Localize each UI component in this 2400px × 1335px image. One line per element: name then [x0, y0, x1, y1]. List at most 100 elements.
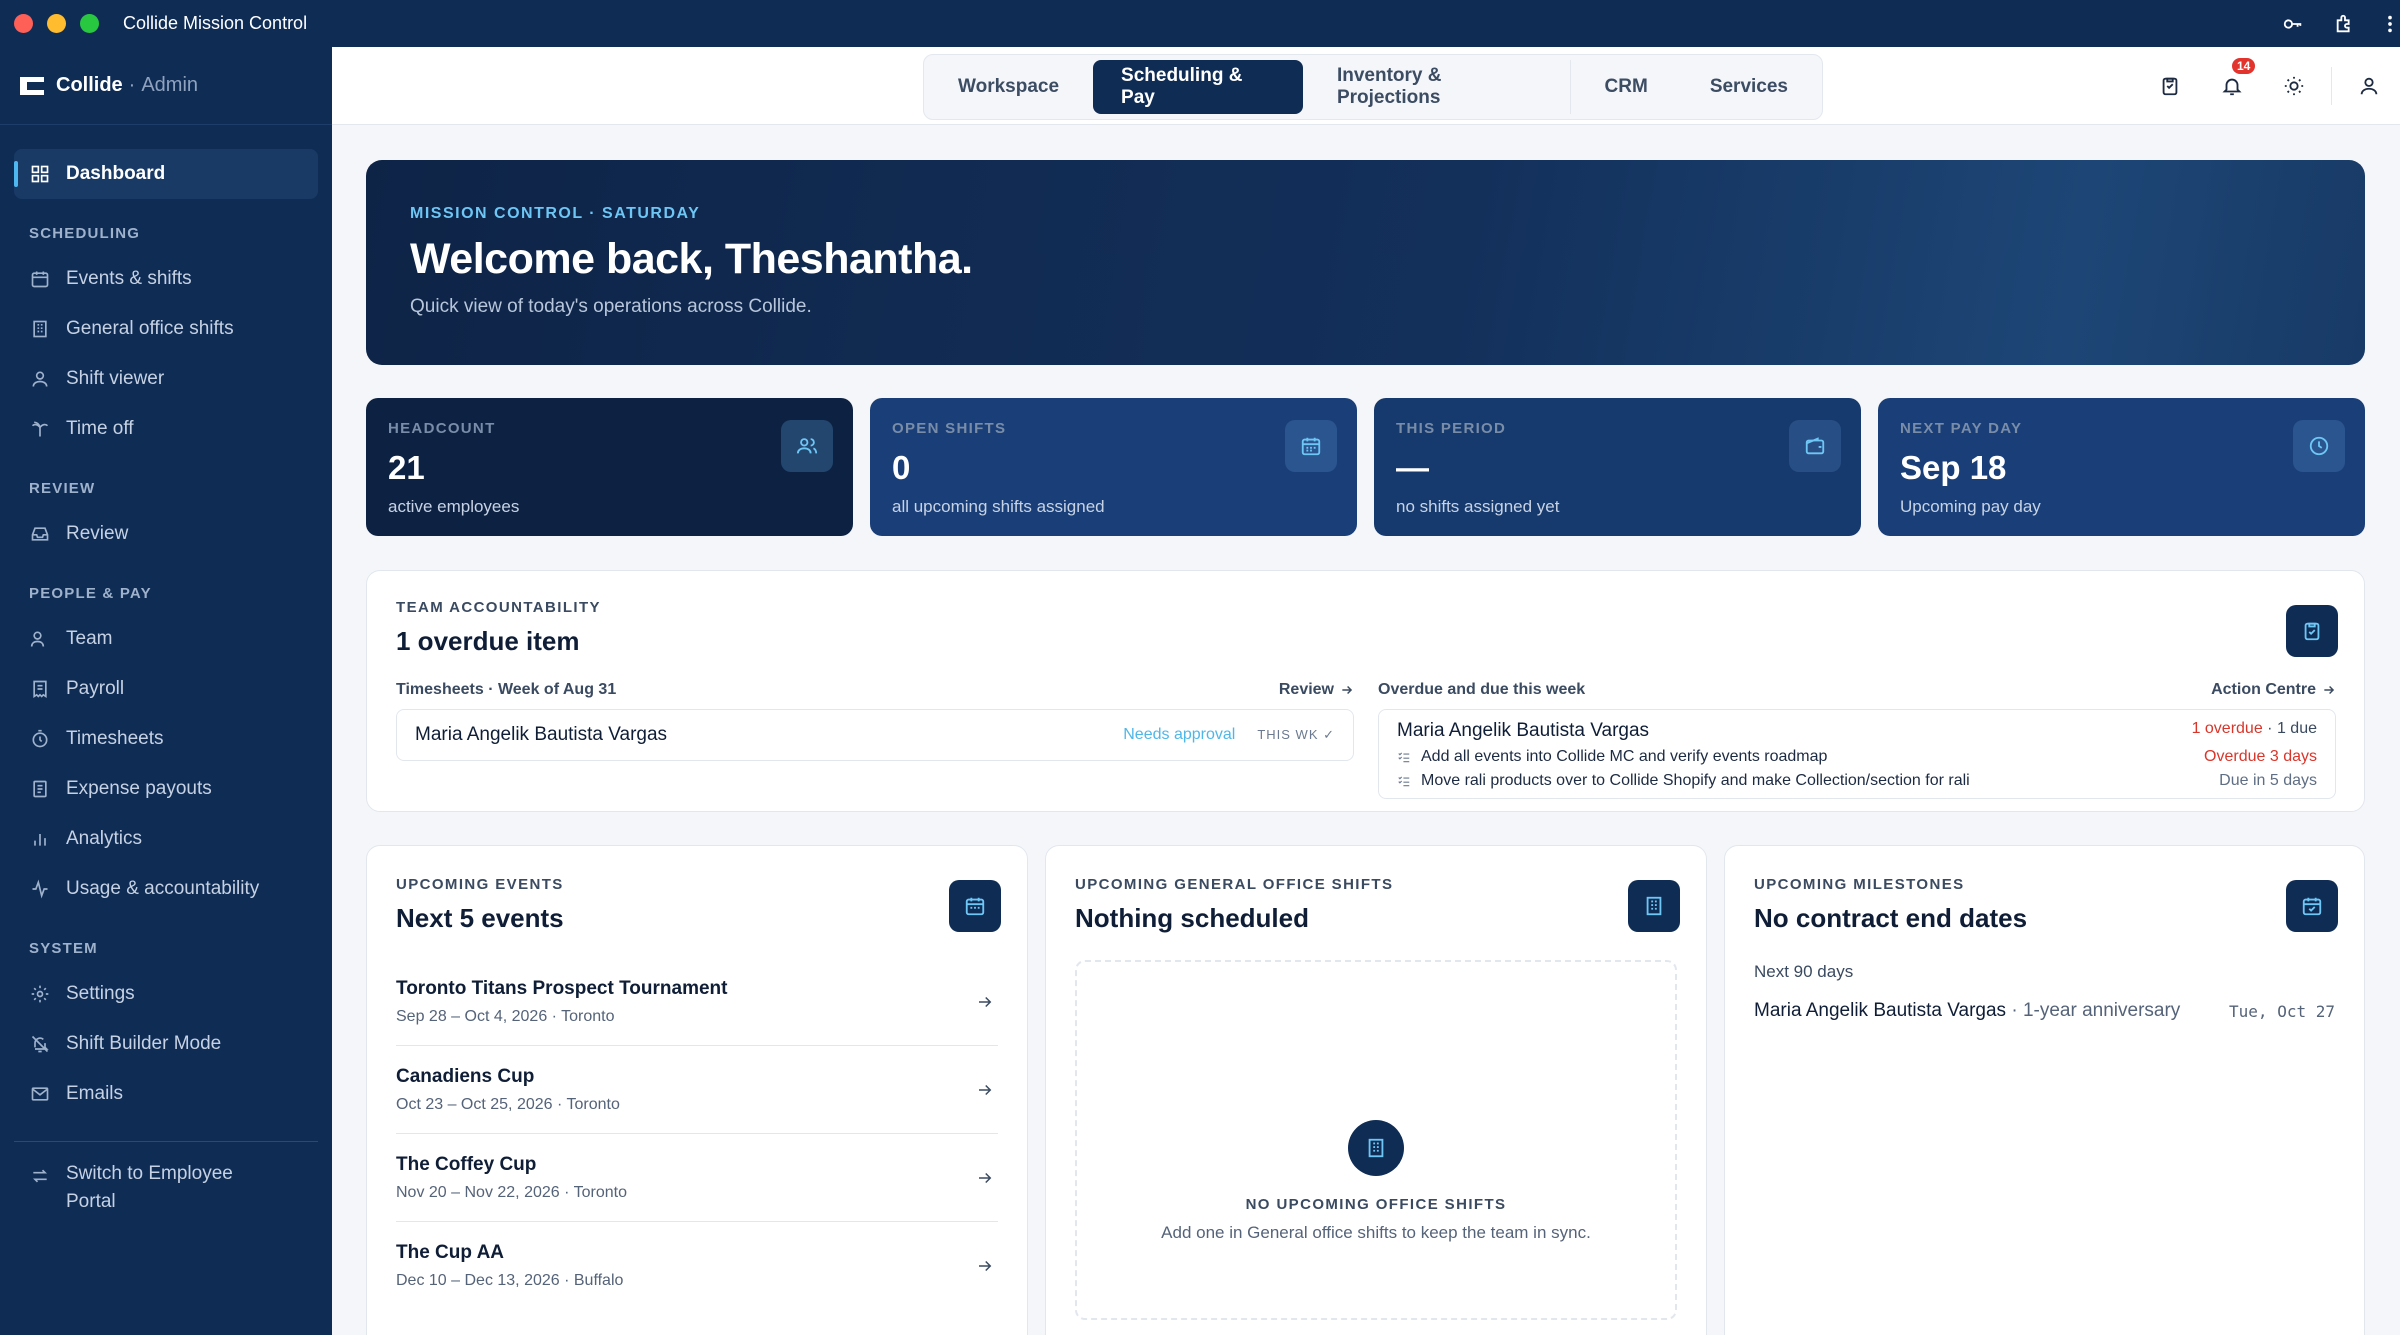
switch-to-employee-portal[interactable]: Switch to Employee Portal — [14, 1160, 318, 1216]
building-icon — [33, 320, 47, 338]
hero-eyebrow: MISSION CONTROL · SATURDAY — [410, 205, 701, 222]
overdue-person-card[interactable]: Maria Angelik Bautista Vargas 1 overdue … — [1378, 709, 2336, 799]
stat-card-this-period[interactable]: THIS PERIOD — no shifts assigned yet — [1374, 398, 1861, 536]
stat-card-open-shifts[interactable]: OPEN SHIFTS 0 all upcoming shifts assign… — [870, 398, 1357, 536]
window-controls — [14, 14, 99, 33]
team-icon — [30, 631, 45, 647]
page-title: Welcome back, Theshantha. — [410, 235, 973, 283]
sidebar-item-shift-viewer[interactable]: Shift viewer — [14, 354, 318, 404]
stopwatch-icon — [32, 729, 48, 748]
sidebar-item-shift-builder-mode[interactable]: Shift Builder Mode — [14, 1019, 318, 1069]
tab-services[interactable]: Services — [1682, 60, 1816, 114]
arrow-right-icon — [979, 1172, 992, 1183]
milestones-title: No contract end dates — [1754, 903, 2028, 933]
overdue-person-name: Maria Angelik Bautista Vargas — [1397, 720, 1650, 741]
extensions-icon[interactable] — [2334, 13, 2356, 35]
sidebar-item-time-off[interactable]: Time off — [14, 404, 318, 454]
profile-button[interactable] — [2338, 47, 2400, 125]
sidebar-item-dashboard[interactable]: Dashboard — [14, 149, 318, 199]
empty-state-title: NO UPCOMING OFFICE SHIFTS — [1245, 1196, 1507, 1213]
clipboard-list-button[interactable] — [2139, 47, 2201, 125]
clock-icon — [2293, 420, 2345, 472]
collide-logo-icon — [20, 76, 44, 95]
tab-crm[interactable]: CRM — [1577, 60, 1676, 114]
sidebar-item-review[interactable]: Review — [14, 509, 318, 559]
calendar-icon[interactable] — [2286, 880, 2338, 932]
upcoming-office-shifts-card: UPCOMING GENERAL OFFICE SHIFTS Nothing s… — [1045, 845, 1707, 1335]
dashboard-icon — [31, 165, 49, 183]
minimize-window-button[interactable] — [47, 14, 66, 33]
top-navigation: Workspace Scheduling & Pay Inventory & P… — [332, 47, 2400, 125]
stat-card-next-pay-day[interactable]: NEXT PAY DAY Sep 18 Upcoming pay day — [1878, 398, 2365, 536]
arrow-right-icon — [979, 1260, 992, 1272]
timesheet-row[interactable]: Maria Angelik Bautista Vargas Needs appr… — [396, 709, 1354, 761]
user-icon — [2360, 77, 2378, 95]
bell-icon — [2222, 78, 2242, 96]
tab-inventory-projections[interactable]: Inventory & Projections — [1309, 60, 1571, 114]
inbox-icon — [31, 527, 49, 541]
notification-count-badge: 14 — [2232, 58, 2256, 74]
timesheet-employee: Maria Angelik Bautista Vargas — [415, 724, 668, 745]
brand-role: Admin — [141, 74, 199, 96]
key-icon[interactable] — [2282, 13, 2304, 35]
clipboard-icon — [2162, 77, 2178, 96]
list-item[interactable]: Add all events into Collide MC and verif… — [1397, 748, 2317, 766]
palm-tree-icon — [31, 421, 49, 437]
notifications-button[interactable]: 14 — [2201, 47, 2263, 125]
brand-name: Collide — [56, 74, 123, 96]
tab-workspace[interactable]: Workspace — [930, 60, 1087, 114]
calendar-icon[interactable] — [949, 880, 1001, 932]
timesheets-column: Timesheets · Week of Aug 31 Review Maria… — [396, 681, 1354, 799]
sidebar-item-expense-payouts[interactable]: Expense payouts — [14, 764, 318, 814]
welcome-banner: MISSION CONTROL · SATURDAY Welcome back,… — [366, 160, 2365, 365]
review-link[interactable]: Review — [1279, 681, 1354, 699]
office-shifts-title: Nothing scheduled — [1075, 903, 1309, 933]
more-vertical-icon[interactable] — [2386, 13, 2394, 35]
list-item[interactable]: Canadiens Cup Oct 23 – Oct 25, 2026 · Tor… — [396, 1046, 998, 1134]
sidebar-item-settings[interactable]: Settings — [14, 969, 318, 1019]
empty-state-subtitle: Add one in General office shifts to keep… — [1161, 1223, 1591, 1242]
building-icon[interactable] — [1628, 880, 1680, 932]
overdue-heading: Overdue and due this week — [1378, 681, 1586, 698]
sidebar-divider — [14, 1141, 318, 1142]
mail-icon — [31, 1087, 49, 1101]
sidebar-item-emails[interactable]: Emails — [14, 1069, 318, 1119]
accountability-title: 1 overdue item — [396, 626, 580, 656]
tab-scheduling-pay[interactable]: Scheduling & Pay — [1093, 60, 1303, 114]
brand[interactable]: Collide · Admin — [0, 47, 332, 125]
status-badge: Needs approval — [1123, 726, 1236, 743]
sidebar: Collide · Admin Dashboard SCHEDULING Eve… — [0, 47, 332, 1335]
calendar-icon — [31, 271, 49, 288]
arrow-right-icon — [2324, 685, 2335, 695]
sun-icon — [2284, 76, 2304, 96]
sidebar-item-general-office-shifts[interactable]: General office shifts — [14, 304, 318, 354]
list-item[interactable]: Toronto Titans Prospect Tournament Sep 28… — [396, 958, 998, 1046]
list-item[interactable]: The Coffey Cup Nov 20 – Nov 22, 2026 · To… — [396, 1134, 998, 1222]
sidebar-item-payroll[interactable]: Payroll — [14, 664, 318, 714]
arrow-right-icon — [979, 996, 992, 1007]
list-item[interactable]: The Cup AA Dec 10 – Dec 13, 2026 · Buffal… — [396, 1222, 998, 1310]
sidebar-section-scheduling: SCHEDULING — [29, 225, 141, 242]
window-titlebar: Collide Mission Control — [0, 0, 2400, 47]
stat-cards: HEADCOUNT 21 active employees OPEN SHIFT… — [366, 398, 2365, 536]
team-accountability-card: TEAM ACCOUNTABILITY 1 overdue item Times… — [366, 570, 2365, 812]
sidebar-item-team[interactable]: Team — [14, 614, 318, 664]
milestones-window: Next 90 days — [1754, 962, 1854, 981]
sidebar-item-events-shifts[interactable]: Events & shifts — [14, 254, 318, 304]
user-icon — [32, 371, 48, 387]
stat-card-headcount[interactable]: HEADCOUNT 21 active employees — [366, 398, 853, 536]
accountability-eyebrow: TEAM ACCOUNTABILITY — [396, 599, 601, 616]
receipt-icon — [33, 680, 47, 699]
close-window-button[interactable] — [14, 14, 33, 33]
theme-toggle-button[interactable] — [2263, 47, 2325, 125]
sidebar-item-timesheets[interactable]: Timesheets — [14, 714, 318, 764]
clipboard-check-icon[interactable] — [2286, 605, 2338, 657]
action-centre-link[interactable]: Action Centre — [2211, 681, 2336, 699]
maximize-window-button[interactable] — [80, 14, 99, 33]
overdue-column: Overdue and due this week Action Centre … — [1378, 681, 2336, 799]
sidebar-item-usage-accountability[interactable]: Usage & accountability — [14, 864, 318, 914]
sidebar-item-analytics[interactable]: Analytics — [14, 814, 318, 864]
list-item[interactable]: Maria Angelik Bautista Vargas · 1-year a… — [1754, 1000, 2335, 1022]
list-item[interactable]: Move rali products over to Collide Shopi… — [1397, 772, 2317, 790]
gear-icon — [31, 985, 49, 1003]
